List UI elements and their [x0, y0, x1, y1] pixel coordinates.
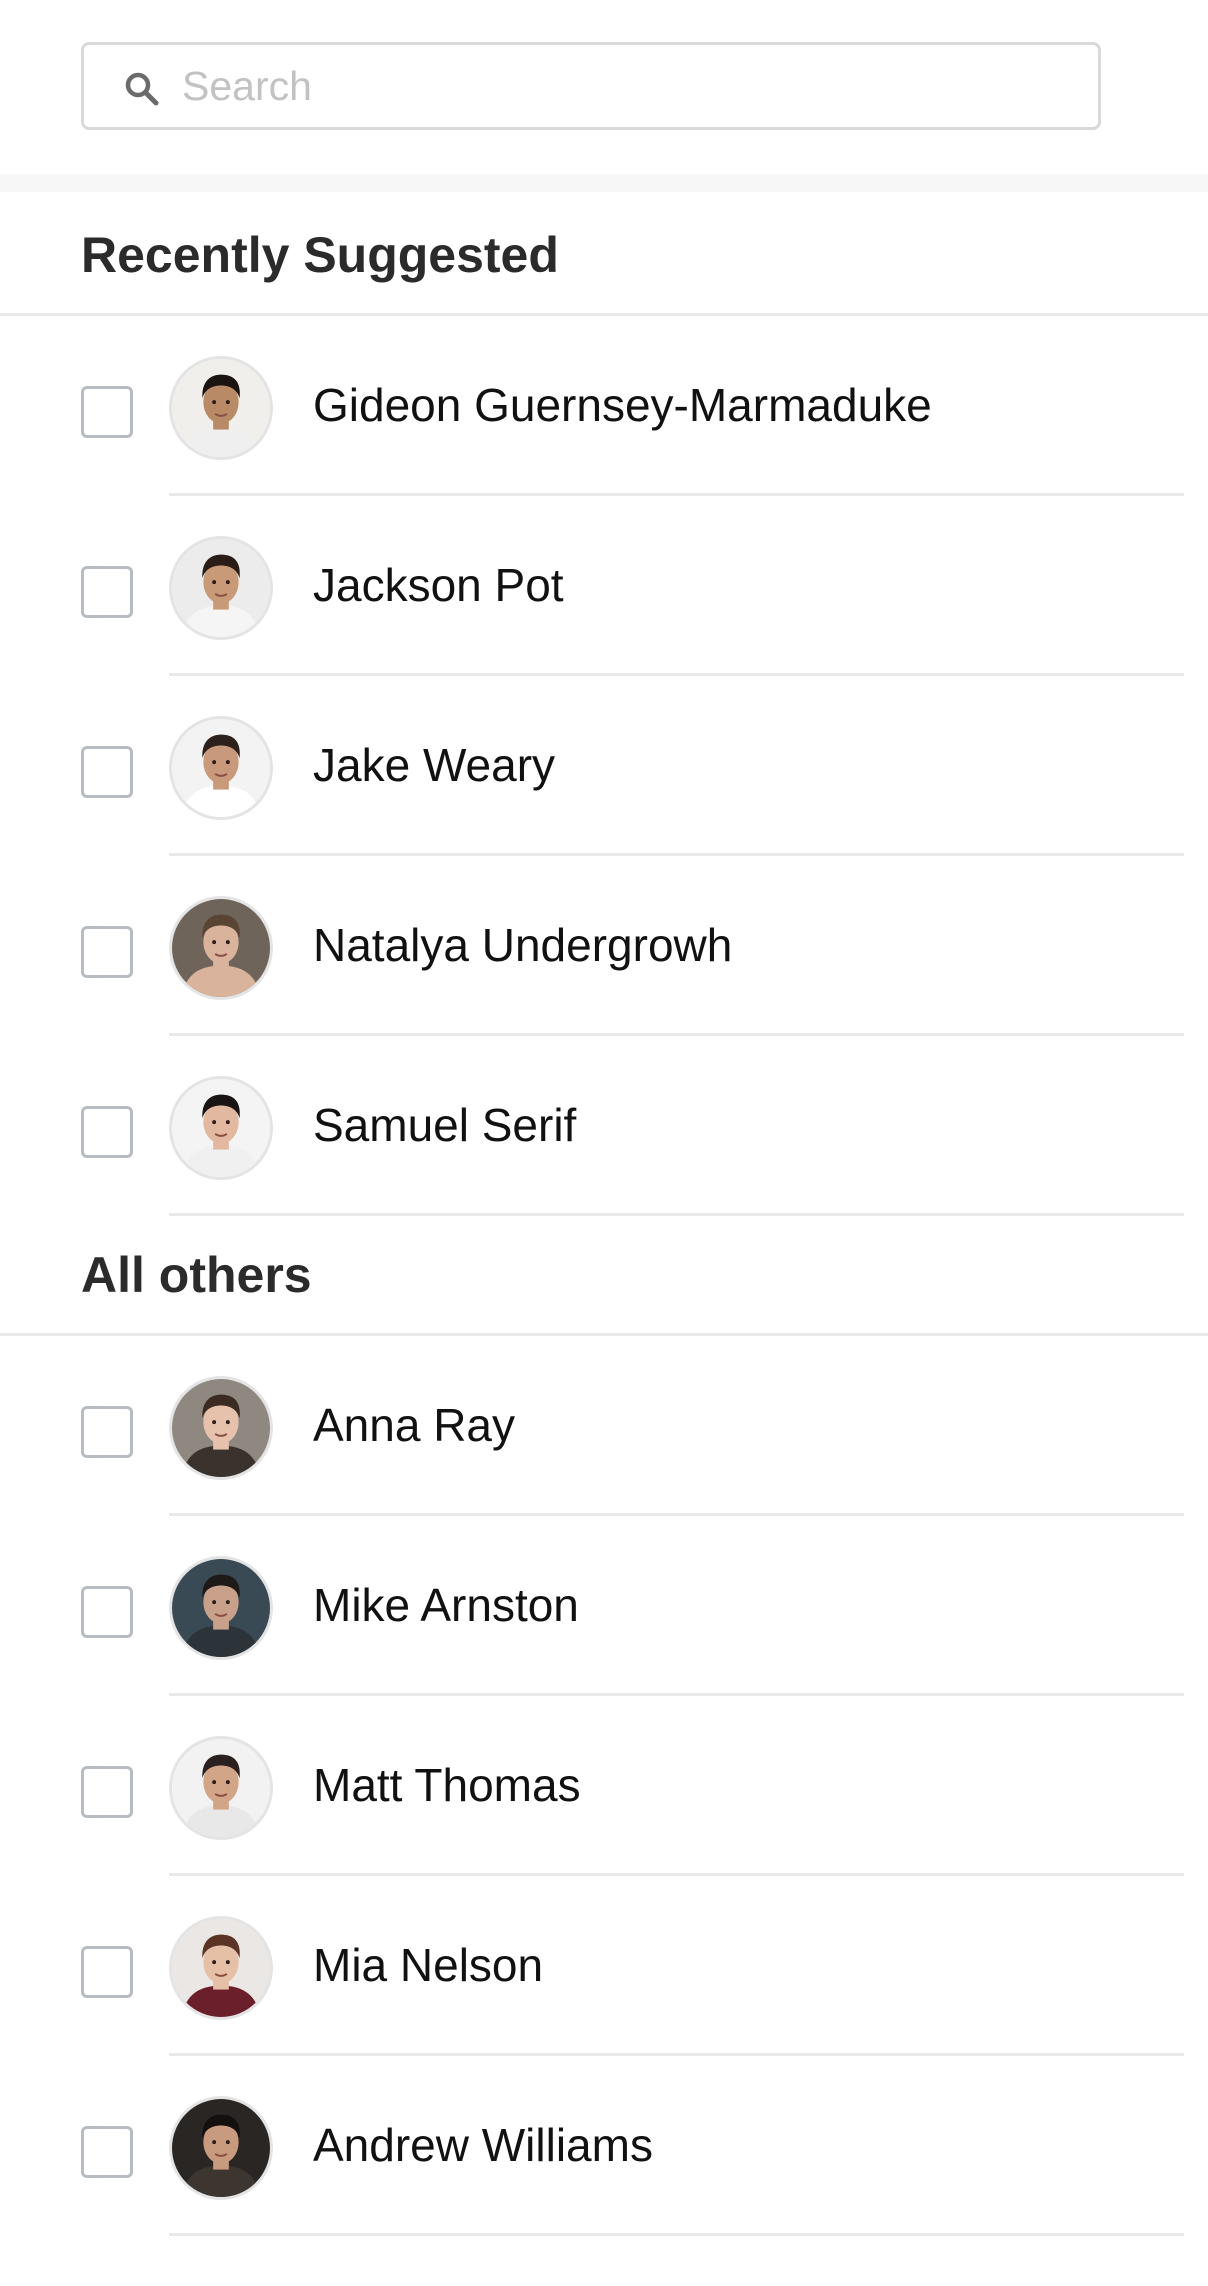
contact-row[interactable]: Jake Weary: [0, 676, 1208, 856]
section-header-all-others: All others: [0, 1216, 1208, 1336]
contact-checkbox[interactable]: [81, 1946, 133, 1998]
contact-name: Jake Weary: [313, 739, 556, 791]
contact-name: Mike Arnston: [313, 1579, 579, 1631]
avatar: [169, 536, 273, 640]
contact-row[interactable]: Matt Thomas: [0, 1696, 1208, 1876]
contact-row[interactable]: Mia Nelson: [0, 1876, 1208, 2056]
search-icon: [122, 69, 162, 109]
avatar: [169, 1076, 273, 1180]
contact-name: Natalya Undergrowh: [313, 919, 733, 971]
avatar: [169, 2096, 273, 2200]
contact-row[interactable]: Gideon Guernsey-Marmaduke: [0, 316, 1208, 496]
section-header-recently-suggested: Recently Suggested: [0, 192, 1208, 316]
avatar: [169, 896, 273, 1000]
contact-row[interactable]: Jackson Pot: [0, 496, 1208, 676]
avatar: [169, 356, 273, 460]
contact-name: Jackson Pot: [313, 559, 564, 611]
avatar: [169, 1916, 273, 2020]
contact-name: Matt Thomas: [313, 1759, 581, 1811]
contact-checkbox[interactable]: [81, 2126, 133, 2178]
contact-checkbox[interactable]: [81, 1766, 133, 1818]
contact-checkbox[interactable]: [81, 746, 133, 798]
contact-checkbox[interactable]: [81, 1586, 133, 1638]
avatar: [169, 1376, 273, 1480]
contact-name: Anna Ray: [313, 1399, 516, 1451]
contact-row[interactable]: Andrew Williams: [0, 2056, 1208, 2236]
section-title: All others: [81, 1247, 312, 1303]
contact-checkbox[interactable]: [81, 1406, 133, 1458]
contact-row[interactable]: Natalya Undergrowh: [0, 856, 1208, 1036]
row-divider: [169, 2233, 1184, 2236]
section-title: Recently Suggested: [81, 227, 559, 283]
contact-checkbox[interactable]: [81, 386, 133, 438]
search-box[interactable]: [81, 42, 1101, 130]
search-input[interactable]: [182, 55, 1062, 117]
contact-name: Samuel Serif: [313, 1099, 577, 1151]
contact-row[interactable]: Anna Ray: [0, 1336, 1208, 1516]
section-spacer: [0, 174, 1208, 192]
contact-checkbox[interactable]: [81, 1106, 133, 1158]
contact-checkbox[interactable]: [81, 566, 133, 618]
contact-name: Mia Nelson: [313, 1939, 544, 1991]
avatar: [169, 1556, 273, 1660]
search-bar: [0, 0, 1208, 174]
contact-row[interactable]: Mike Arnston: [0, 1516, 1208, 1696]
avatar: [169, 1736, 273, 1840]
contact-row[interactable]: Samuel Serif: [0, 1036, 1208, 1216]
contact-checkbox[interactable]: [81, 926, 133, 978]
avatar: [169, 716, 273, 820]
contact-name: Gideon Guernsey-Marmaduke: [313, 379, 932, 431]
contact-name: Andrew Williams: [313, 2119, 653, 2171]
